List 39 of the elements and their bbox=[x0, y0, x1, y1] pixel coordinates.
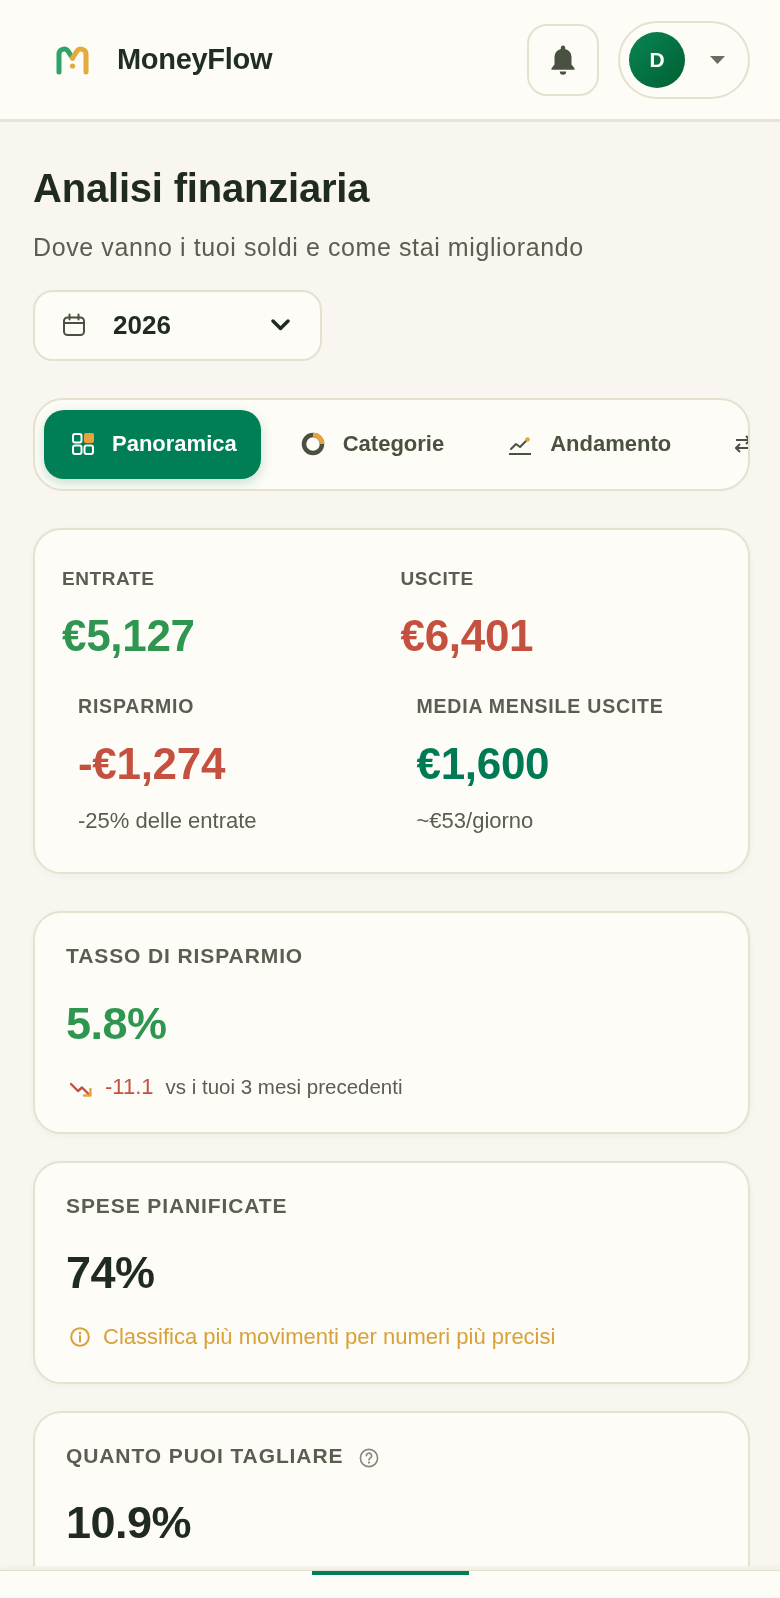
page-subtitle: Dove vanno i tuoi soldi e come stai migliorando bbox=[33, 232, 585, 263]
tab[interactable]: Categorie bbox=[272, 409, 469, 479]
page-title: Analisi finanziaria bbox=[33, 165, 371, 212]
info-icon bbox=[70, 1327, 90, 1348]
stat-label: RISPARMIO bbox=[78, 694, 196, 719]
stat-value: €5,127 bbox=[62, 611, 196, 662]
notifications-button[interactable] bbox=[527, 23, 599, 96]
metric-value: 74% bbox=[66, 1247, 156, 1299]
calendar-icon bbox=[62, 313, 86, 337]
tab[interactable]: Panoramica bbox=[44, 409, 261, 479]
hint-text: Classifica più movimenti per numeri più precisi bbox=[103, 1322, 556, 1351]
app-name: MoneyFlow bbox=[117, 43, 273, 76]
metric-value: 5.8% bbox=[66, 997, 168, 1050]
grid-icon bbox=[72, 433, 94, 455]
tab[interactable]: Andamento bbox=[480, 409, 696, 479]
metric-value: 10.9% bbox=[66, 1496, 193, 1549]
swap-arrows-icon bbox=[735, 435, 748, 453]
metric-label: QUANTO PUOI TAGLIARE bbox=[66, 1442, 344, 1468]
metric-label: SPESE PIANIFICATE bbox=[66, 1193, 288, 1219]
help-icon[interactable] bbox=[359, 1447, 380, 1468]
metric-label: TASSO DI RISPARMIO bbox=[66, 943, 304, 969]
stat-value: €6,401 bbox=[400, 611, 535, 662]
stat-note: ~€53/giorno bbox=[416, 806, 535, 835]
stat-label: USCITE bbox=[400, 567, 475, 591]
donut-icon bbox=[300, 432, 325, 456]
year-select[interactable]: 2026 bbox=[33, 289, 322, 361]
stat-note: -25% delle entrate bbox=[78, 806, 258, 835]
chevron-down-icon bbox=[271, 319, 290, 331]
logo-icon bbox=[55, 44, 90, 75]
stat-label: ENTRATE bbox=[62, 567, 156, 591]
trend-delta: -11.1 bbox=[105, 1073, 154, 1102]
stat-value: -€1,274 bbox=[78, 739, 227, 790]
stat-label: MEDIA MENSILE USCITE bbox=[416, 694, 665, 719]
bell-icon bbox=[550, 43, 576, 76]
caret-icon bbox=[710, 55, 725, 64]
avatar: D bbox=[629, 31, 685, 88]
account-menu-button[interactable]: D bbox=[618, 20, 750, 99]
trend-caption: vs i tuoi 3 mesi precedenti bbox=[165, 1074, 403, 1101]
stat-value: €1,600 bbox=[416, 739, 551, 790]
